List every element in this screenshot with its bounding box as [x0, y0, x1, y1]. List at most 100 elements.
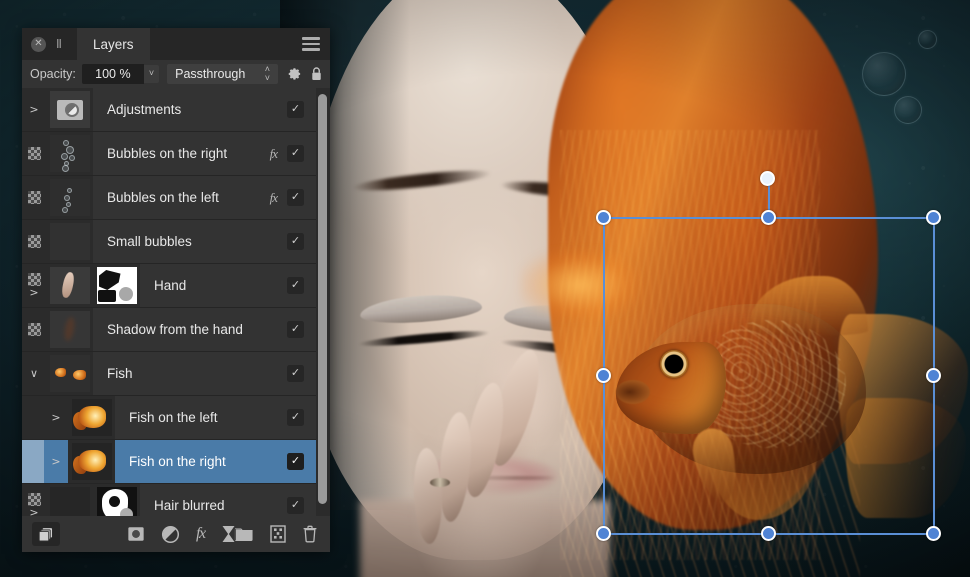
layer-thumbnail[interactable]: [46, 484, 93, 516]
layer-thumbnail[interactable]: [46, 132, 93, 175]
layer-visibility-checkbox[interactable]: ✓: [287, 321, 304, 338]
layer-transparency-indicator: [22, 132, 46, 175]
layers-list[interactable]: > Adjustments ✓ Bubbles on the right fx: [22, 88, 316, 516]
layer-thumbnail[interactable]: [46, 88, 93, 131]
layer-row-fish-group[interactable]: ∨ Fish ✓: [22, 352, 316, 396]
layer-expand-toggle[interactable]: >: [22, 88, 46, 131]
handle-bottom-left[interactable]: [596, 526, 611, 541]
layers-scrollbar[interactable]: [318, 90, 327, 514]
layer-mask-thumbnail[interactable]: [93, 264, 140, 307]
goldfish: [600, 276, 968, 530]
layer-thumbnail[interactable]: [46, 176, 93, 219]
handle-top-center[interactable]: [761, 210, 776, 225]
checkerboard-icon: [27, 493, 41, 506]
checkerboard-icon: [27, 147, 41, 160]
layer-name: Hair blurred: [154, 498, 225, 513]
handle-middle-right[interactable]: [926, 368, 941, 383]
chevron-right-icon: >: [51, 411, 61, 424]
layer-thumbnail[interactable]: [68, 440, 115, 483]
pause-icon[interactable]: ‖: [56, 37, 63, 51]
layer-thumbnail[interactable]: [46, 308, 93, 351]
chevron-right-icon: >: [29, 506, 39, 516]
add-mask-button[interactable]: [127, 525, 145, 543]
layer-indent: [22, 396, 44, 439]
lock-icon[interactable]: [311, 67, 322, 81]
fish-group-thumb-art: [49, 355, 90, 392]
layer-expand-toggle[interactable]: ∨: [22, 352, 46, 395]
layer-row-adjustments[interactable]: > Adjustments ✓: [22, 88, 316, 132]
close-icon[interactable]: ✕: [31, 36, 46, 52]
rotation-handle[interactable]: [760, 171, 775, 186]
stacked-layers-icon: [38, 527, 52, 541]
handle-bottom-center[interactable]: [761, 526, 776, 541]
handle-top-right[interactable]: [926, 210, 941, 225]
handle-top-left[interactable]: [596, 210, 611, 225]
layer-expand-toggle[interactable]: >: [22, 264, 46, 307]
handle-bottom-right[interactable]: [926, 526, 941, 541]
layer-visibility-checkbox[interactable]: ✓: [287, 277, 304, 294]
layer-row-shadow-from-the-hand[interactable]: Shadow from the hand ✓: [22, 308, 316, 352]
footer-middle-group: fx: [127, 525, 236, 544]
layer-name: Bubbles on the left: [107, 190, 219, 205]
layer-name: Fish: [107, 366, 133, 381]
layer-row-bubbles-on-the-left[interactable]: Bubbles on the left fx ✓: [22, 176, 316, 220]
checkerboard-icon: [27, 235, 41, 248]
bubbles-thumb-art: [49, 179, 90, 216]
bubble-small: [918, 30, 937, 49]
fx-icon[interactable]: fx: [270, 176, 278, 219]
layer-visibility-checkbox[interactable]: ✓: [287, 453, 304, 470]
hair-mask-art: [96, 487, 137, 516]
layer-thumbnail[interactable]: [46, 352, 93, 395]
delete-layer-button[interactable]: [302, 525, 318, 543]
layer-effects-button[interactable]: fx: [196, 525, 206, 543]
layer-visibility-checkbox[interactable]: ✓: [287, 409, 304, 426]
layer-visibility-checkbox[interactable]: ✓: [287, 189, 304, 206]
tab-layers-label: Layers: [92, 36, 134, 52]
finger-ring: [430, 478, 450, 487]
layer-options-bar: Opacity: 100 % ˅ Passthrough ˄ ˅: [22, 60, 330, 88]
new-group-button[interactable]: [234, 526, 254, 543]
layer-expand-toggle[interactable]: >: [44, 440, 68, 483]
layer-row-fish-on-the-right[interactable]: > Fish on the right ✓: [22, 440, 316, 484]
mask-to-below-button[interactable]: [270, 525, 286, 543]
opacity-label: Opacity:: [30, 67, 76, 81]
layer-visibility-checkbox[interactable]: ✓: [287, 365, 304, 382]
layer-visibility-checkbox[interactable]: ✓: [287, 233, 304, 250]
layer-name: Adjustments: [107, 102, 182, 117]
layer-expand-toggle[interactable]: >: [22, 484, 46, 516]
bubbles-thumb-art: [49, 135, 90, 172]
layer-transparency-indicator: [22, 308, 46, 351]
scrollbar-thumb[interactable]: [318, 94, 327, 504]
hamburger-menu-icon[interactable]: [302, 37, 320, 51]
panel-titlebar: ✕ ‖ Layers: [22, 28, 330, 60]
layer-visibility-checkbox[interactable]: ✓: [287, 145, 304, 162]
layer-row-small-bubbles[interactable]: Small bubbles ✓: [22, 220, 316, 264]
new-layer-button[interactable]: [32, 522, 60, 546]
fish-eye: [660, 350, 688, 378]
handle-middle-left[interactable]: [596, 368, 611, 383]
fx-icon[interactable]: fx: [270, 132, 278, 175]
layer-thumbnail[interactable]: [68, 396, 115, 439]
mask-icon: [128, 527, 144, 541]
layer-row-bubbles-on-the-right[interactable]: Bubbles on the right fx ✓: [22, 132, 316, 176]
layers-list-container: > Adjustments ✓ Bubbles on the right fx: [22, 88, 330, 516]
opacity-input[interactable]: 100 %: [81, 64, 144, 84]
layer-expand-toggle[interactable]: >: [44, 396, 68, 439]
layer-visibility-checkbox[interactable]: ✓: [287, 497, 304, 514]
tab-layers[interactable]: Layers: [76, 28, 150, 60]
shadow-thumb-art: [49, 311, 90, 348]
layer-thumbnail[interactable]: [46, 220, 93, 263]
adjustment-layer-button[interactable]: [161, 525, 180, 544]
layer-mask-thumbnail[interactable]: [93, 484, 140, 516]
layer-row-hand[interactable]: > Hand ✓: [22, 264, 316, 308]
layer-thumbnail[interactable]: [46, 264, 93, 307]
layer-row-fish-on-the-left[interactable]: > Fish on the left ✓: [22, 396, 316, 440]
checkerboard-icon: [27, 191, 41, 204]
gear-icon[interactable]: [287, 67, 302, 82]
bubble-large: [862, 52, 906, 96]
layer-row-hair-blurred[interactable]: > Hair blurred ✓: [22, 484, 316, 516]
fish-mouth: [616, 380, 650, 404]
opacity-stepper-chevron-down-icon[interactable]: ˅: [143, 65, 160, 83]
layer-visibility-checkbox[interactable]: ✓: [287, 101, 304, 118]
blend-mode-select[interactable]: Passthrough ˄ ˅: [167, 64, 278, 84]
